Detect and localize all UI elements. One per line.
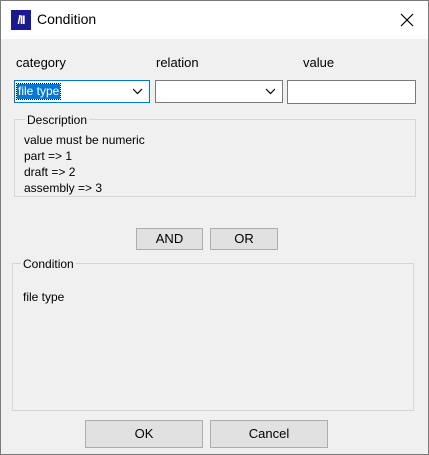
condition-dialog: /II Condition category relation value fi… xyxy=(0,0,429,455)
relation-selected-value xyxy=(158,84,160,99)
and-button[interactable]: AND xyxy=(136,228,203,250)
chevron-down-icon xyxy=(265,88,276,95)
cancel-button-label: Cancel xyxy=(248,426,290,441)
description-line: value must be numeric xyxy=(24,133,145,147)
value-label: value xyxy=(303,55,335,70)
close-button[interactable] xyxy=(392,6,422,34)
description-group: Description value must be numeric part =… xyxy=(14,113,416,197)
ok-button[interactable]: OK xyxy=(85,420,203,448)
description-line: assembly => 3 xyxy=(24,181,103,195)
ok-button-label: OK xyxy=(134,426,154,441)
description-title: Description xyxy=(25,113,90,127)
category-label: category xyxy=(16,55,66,70)
or-button[interactable]: OR xyxy=(210,228,278,250)
or-button-label: OR xyxy=(234,231,254,246)
condition-group: Condition file type xyxy=(12,257,414,411)
chevron-down-icon xyxy=(132,88,143,95)
condition-expression: file type xyxy=(23,290,65,304)
and-button-label: AND xyxy=(155,231,184,246)
condition-group-title: Condition xyxy=(21,257,76,271)
category-dropdown[interactable]: file type xyxy=(14,80,150,103)
title-bar: /II Condition xyxy=(1,1,428,39)
relation-label: relation xyxy=(156,55,199,70)
value-input[interactable] xyxy=(287,80,416,104)
app-logo-icon: /II xyxy=(11,10,31,30)
description-line: draft => 2 xyxy=(24,165,76,179)
category-selected-value: file type xyxy=(15,83,62,100)
cancel-button[interactable]: Cancel xyxy=(210,420,328,448)
relation-dropdown[interactable] xyxy=(155,80,283,103)
window-title: Condition xyxy=(37,11,97,27)
description-line: part => 1 xyxy=(24,149,73,163)
close-icon xyxy=(400,13,414,27)
